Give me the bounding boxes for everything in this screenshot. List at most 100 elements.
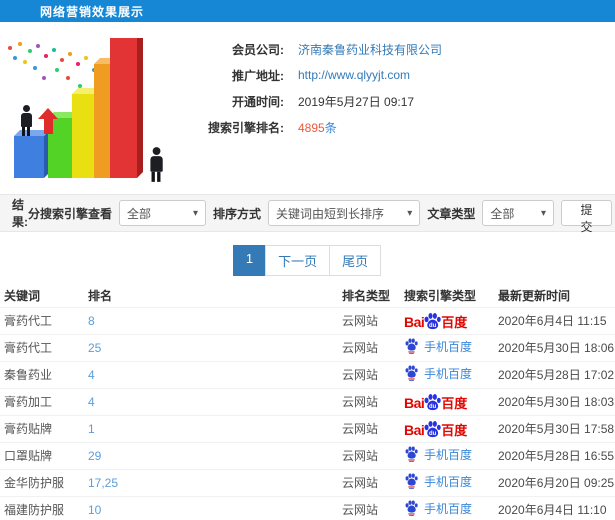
chart-bar-red: [110, 38, 143, 178]
pagination-wrap: 1 下一页 尾页: [0, 232, 615, 285]
engine-type-cell: 手机百度: [400, 495, 494, 520]
baidu-paw-icon: du: [424, 420, 442, 437]
table-row: 秦鲁药业 4 云网站 手机百度 2020年5月28日 17:02: [0, 360, 615, 388]
keyword-cell: 金华防护服: [0, 468, 84, 496]
svg-text:du: du: [429, 431, 437, 437]
window-titlebar: 网络营销效果展示: [0, 0, 615, 22]
submit-button[interactable]: 提交: [561, 200, 613, 234]
promotion-url-link[interactable]: http://www.qlyyjt.com: [298, 68, 410, 82]
rank-type-cell: 云网站: [338, 306, 400, 334]
promotion-url-label: 推广地址:: [232, 68, 284, 83]
header-engine-type: 搜索引擎类型: [404, 289, 477, 304]
rank-link[interactable]: 8: [88, 314, 95, 328]
engine-type-cell: 手机百度: [400, 441, 494, 469]
results-table: 关键词 排名 排名类型 搜索引擎类型 最新更新时间 膏药代工 8 云网站 Bai: [0, 285, 615, 520]
header-rank: 排名: [88, 289, 113, 304]
rank-link[interactable]: 17,25: [88, 476, 118, 490]
header-update-time: 最新更新时间: [498, 289, 571, 304]
article-type-label: 文章类型: [427, 206, 476, 221]
engine-rank-unit: 条: [324, 120, 337, 135]
update-time-cell: 2020年6月4日 11:15: [494, 306, 615, 334]
baidu-pc-logo: Bai du 百度: [404, 420, 468, 438]
keyword-cell: 膏药加工: [0, 387, 84, 415]
table-row: 口罩贴牌 29 云网站 手机百度 2020年5月28日 16:55: [0, 441, 615, 469]
info-row-company: 会员公司: 济南秦鲁药业科技有限公司: [174, 36, 442, 62]
engine-filter-select[interactable]: 全部 ▾: [119, 200, 207, 226]
rank-type-cell: 云网站: [338, 414, 400, 442]
sort-filter-select[interactable]: 关键词由短到长排序 ▾: [268, 200, 421, 226]
open-time-label: 开通时间:: [232, 94, 284, 109]
rank-type-cell: 云网站: [338, 495, 400, 520]
rank-cell: 25: [84, 333, 338, 361]
page-button-1[interactable]: 1: [232, 245, 267, 276]
update-time-cell: 2020年5月30日 18:06: [494, 333, 615, 361]
table-row: 膏药贴牌 1 云网站 Bai du 百度 2020年5月30日 17:58: [0, 414, 615, 442]
rank-cell: 17,25: [84, 468, 338, 496]
businessman-figure-right: [147, 147, 165, 182]
header-rank-type: 排名类型: [342, 289, 391, 304]
rank-cell: 1: [84, 414, 338, 442]
keyword-cell: 福建防护服: [0, 495, 84, 520]
rank-type-cell: 云网站: [338, 360, 400, 388]
baidu-mobile-logo: 手机百度: [404, 446, 472, 463]
mobile-baidu-paw-icon: [405, 446, 418, 463]
update-time-cell: 2020年5月28日 16:55: [494, 441, 615, 469]
growth-chart-illustration: [2, 38, 174, 190]
baidu-mobile-logo: 手机百度: [404, 338, 472, 355]
info-row-open-time: 开通时间: 2019年5月27日 09:17: [174, 88, 442, 114]
engine-filter-label: 分搜索引擎查看: [27, 206, 112, 221]
keyword-cell: 口罩贴牌: [0, 441, 84, 469]
rank-link[interactable]: 4: [88, 368, 95, 382]
sort-filter-value: 关键词由短到长排序: [276, 206, 385, 221]
rank-link[interactable]: 25: [88, 341, 101, 355]
up-arrow-icon: [38, 108, 58, 134]
update-time-cell: 2020年6月20日 09:25: [494, 468, 615, 496]
rank-cell: 10: [84, 495, 338, 520]
result-label: 结果:: [12, 198, 28, 229]
keyword-cell: 膏药代工: [0, 333, 84, 361]
engine-type-cell: 手机百度: [400, 333, 494, 361]
article-type-select[interactable]: 全部 ▾: [482, 200, 554, 226]
mobile-baidu-paw-icon: [405, 365, 418, 382]
rank-type-cell: 云网站: [338, 387, 400, 415]
rank-link[interactable]: 4: [88, 395, 95, 409]
chevron-down-icon: ▾: [540, 207, 546, 219]
next-page-button[interactable]: 下一页: [265, 245, 331, 276]
info-row-engine-rank: 搜索引擎排名: 4895条: [174, 114, 442, 140]
keyword-cell: 膏药贴牌: [0, 414, 84, 442]
rank-cell: 8: [84, 306, 338, 334]
table-row: 膏药加工 4 云网站 Bai du 百度 2020年5月30日 18:03: [0, 387, 615, 415]
update-time-cell: 2020年6月4日 11:10: [494, 495, 615, 520]
mobile-baidu-paw-icon: [405, 500, 418, 517]
engine-type-cell: 手机百度: [400, 468, 494, 496]
baidu-mobile-logo: 手机百度: [404, 473, 472, 490]
keyword-cell: 膏药代工: [0, 306, 84, 334]
update-time-cell: 2020年5月30日 18:03: [494, 387, 615, 415]
engine-type-cell: Bai du 百度: [400, 306, 494, 334]
rank-link[interactable]: 29: [88, 449, 101, 463]
rank-link[interactable]: 10: [88, 503, 101, 517]
last-page-button[interactable]: 尾页: [329, 245, 382, 276]
update-time-cell: 2020年5月28日 17:02: [494, 360, 615, 388]
baidu-pc-logo: Bai du 百度: [404, 312, 468, 330]
company-link[interactable]: 济南秦鲁药业科技有限公司: [298, 43, 442, 57]
company-label: 会员公司:: [232, 42, 284, 57]
chevron-down-icon: ▾: [407, 207, 413, 219]
table-row: 金华防护服 17,25 云网站 手机百度 2020年6月20日 09:25: [0, 468, 615, 496]
rank-type-cell: 云网站: [338, 333, 400, 361]
filter-bar: 结果: 分搜索引擎查看 全部 ▾ 排序方式 关键词由短到长排序 ▾ 文章类型 全…: [0, 194, 615, 234]
engine-type-cell: Bai du 百度: [400, 387, 494, 415]
results-table-body: 膏药代工 8 云网站 Bai du 百度 2020年6月4日 11:15 膏药代…: [0, 306, 615, 520]
mobile-baidu-paw-icon: [405, 338, 418, 355]
page-title: 网络营销效果展示: [40, 4, 145, 19]
filter-controls: 分搜索引擎查看 全部 ▾ 排序方式 关键词由短到长排序 ▾ 文章类型 全部 ▾ …: [27, 200, 613, 234]
businessman-figure-left: [18, 105, 34, 136]
engine-filter-value: 全部: [127, 206, 152, 221]
rank-link[interactable]: 1: [88, 422, 95, 436]
info-row-url: 推广地址: http://www.qlyyjt.com: [174, 62, 442, 88]
baidu-paw-icon: du: [424, 393, 442, 410]
article-type-value: 全部: [490, 206, 515, 221]
open-time-value: 2019年5月27日 09:17: [298, 94, 415, 109]
engine-rank-count: 4895: [298, 120, 325, 135]
mobile-baidu-paw-icon: [405, 473, 418, 490]
